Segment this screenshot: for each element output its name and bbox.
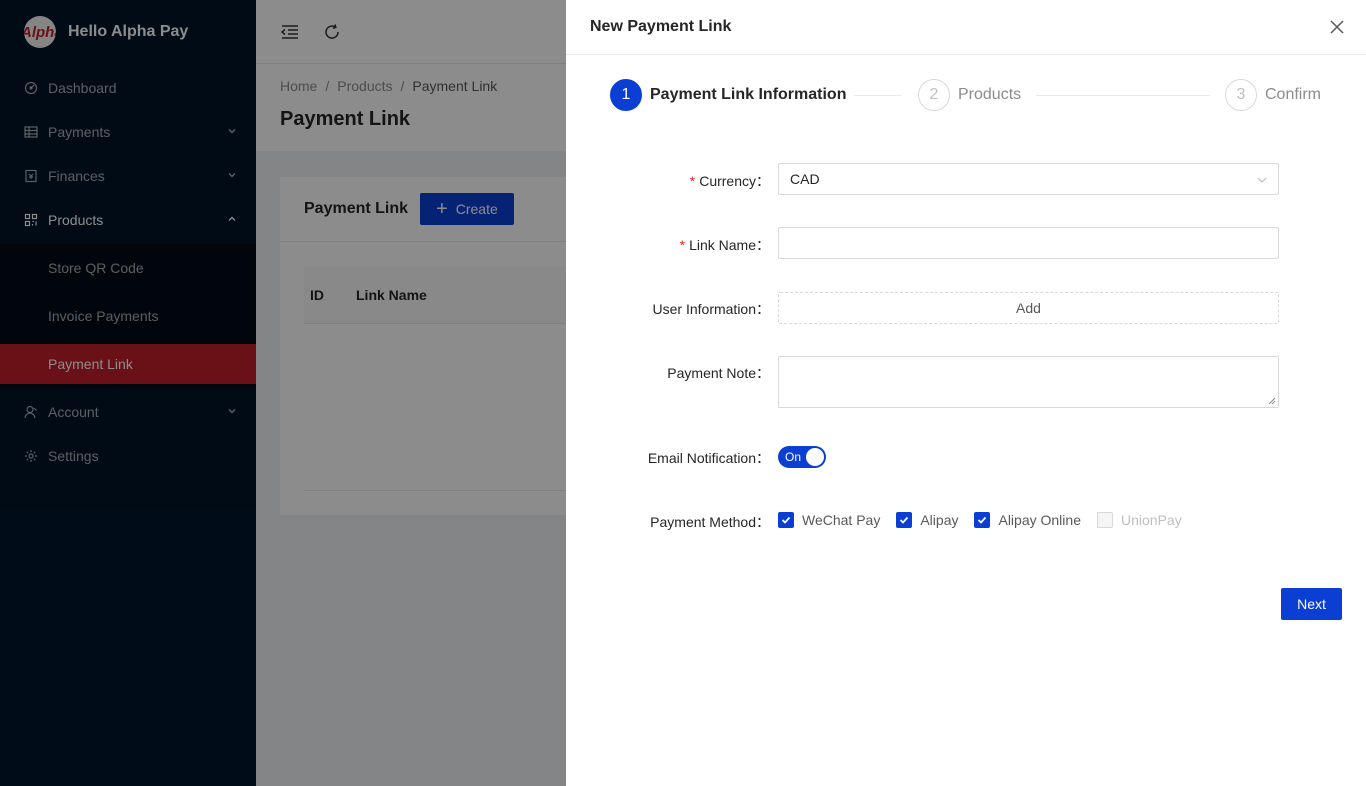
checkbox-unionpay: UnionPay xyxy=(1096,512,1182,528)
currency-select[interactable]: CAD xyxy=(778,163,1279,195)
email-notification-field: On xyxy=(778,446,1279,468)
email-notification-switch[interactable]: On xyxy=(778,446,826,468)
payment-note-field xyxy=(778,356,1279,408)
link-name-field xyxy=(778,227,1279,259)
switch-knob xyxy=(806,448,824,466)
step-confirm: 3 Confirm xyxy=(1225,79,1321,111)
step-products: 2 Products xyxy=(918,79,1021,111)
drawer-header: New Payment Link xyxy=(566,0,1366,55)
step-connector xyxy=(1036,95,1210,96)
link-name-input[interactable] xyxy=(778,227,1279,259)
step-label: Confirm xyxy=(1265,86,1322,103)
add-label: Add xyxy=(1016,300,1041,316)
next-button[interactable]: Next xyxy=(1281,588,1342,620)
step-number: 1 xyxy=(610,79,642,111)
payment-method-label: Payment Method： xyxy=(650,514,770,530)
payment-note-row: Payment Note： xyxy=(566,356,1366,408)
link-name-label: * Link Name： xyxy=(679,237,770,253)
payment-note-label: Payment Note： xyxy=(667,365,770,381)
currency-value: CAD xyxy=(790,171,820,187)
payment-method-row: Payment Method： WeChat Pay Alipay Alipay… xyxy=(566,509,1366,531)
checkbox-alipay-online[interactable]: Alipay Online xyxy=(974,512,1081,528)
checkbox-box[interactable] xyxy=(778,512,794,528)
check-icon xyxy=(900,516,909,524)
link-name-row: * Link Name： xyxy=(566,227,1366,259)
check-icon xyxy=(781,516,791,524)
step-label: Products xyxy=(958,86,1022,103)
email-notification-label: Email Notification： xyxy=(647,450,770,466)
checkbox-wechat-pay[interactable]: WeChat Pay xyxy=(778,512,880,528)
checkbox-alipay[interactable]: Alipay xyxy=(896,512,958,528)
checkbox-box[interactable] xyxy=(896,512,913,528)
user-info-label: User Information： xyxy=(652,301,770,317)
currency-row: * Currency： CAD xyxy=(566,163,1366,195)
steps: 1 Payment Link Information 2 Products 3 … xyxy=(610,79,1326,111)
checkbox-box xyxy=(1096,512,1113,528)
user-info-row: User Information： Add xyxy=(566,292,1366,324)
add-user-info-button[interactable]: Add xyxy=(778,292,1279,324)
new-payment-link-drawer: New Payment Link 1 Payment Link Informat… xyxy=(566,0,1366,786)
checkbox-label: Alipay Online xyxy=(998,512,1081,528)
step-number: 3 xyxy=(1225,79,1257,111)
check-icon xyxy=(978,516,987,524)
payment-note-textarea[interactable] xyxy=(778,356,1279,408)
user-info-field: Add xyxy=(778,292,1279,324)
step-payment-link-information: 1 Payment Link Information xyxy=(610,79,846,111)
close-icon[interactable] xyxy=(1330,20,1344,34)
checkbox-label: WeChat Pay xyxy=(802,512,881,528)
step-number: 2 xyxy=(918,79,950,111)
currency-field: CAD xyxy=(778,163,1279,195)
step-connector xyxy=(854,95,902,96)
checkbox-label: Alipay xyxy=(920,512,959,528)
drawer-title: New Payment Link xyxy=(590,18,732,35)
email-notification-row: Email Notification： On xyxy=(566,446,1366,468)
chevron-down-icon xyxy=(1257,177,1267,183)
payment-method-checkboxes: WeChat Pay Alipay Alipay Online UnionPay xyxy=(778,509,1279,531)
payment-method-field: WeChat Pay Alipay Alipay Online UnionPay xyxy=(778,509,1279,531)
resize-grip-icon[interactable] xyxy=(1268,397,1276,405)
checkbox-label: UnionPay xyxy=(1120,512,1182,528)
checkbox-box[interactable] xyxy=(974,512,991,528)
switch-label: On xyxy=(785,450,802,464)
step-label: Payment Link Information xyxy=(650,86,847,103)
currency-label: * Currency： xyxy=(689,173,770,189)
